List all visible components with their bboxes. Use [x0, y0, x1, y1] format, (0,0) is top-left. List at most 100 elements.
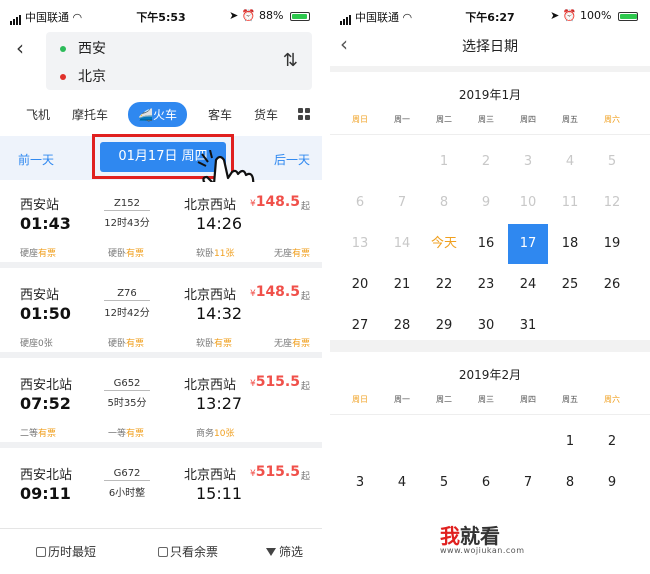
train-card[interactable]: 西安站 01:43 Z152 12时43分 北京西站 14:26 ¥148.5 起硬座有票 硬卧… [0, 182, 322, 268]
departure-time: 07:52 [20, 394, 71, 413]
seat-status: 有票 [291, 249, 310, 259]
train-number: Z152 [114, 198, 140, 209]
price: ¥515.5 [250, 464, 300, 480]
date-cell[interactable]: 3 [340, 463, 380, 503]
date-cell[interactable]: 24 [508, 265, 548, 305]
train-card[interactable]: 西安北站 09:11 G672 6小时整 北京西站 15:11 ¥515.5 起 [0, 452, 322, 538]
date-cell: 2 [481, 154, 491, 169]
date-cell[interactable]: 30 [466, 306, 506, 346]
location-icon: ➤ [229, 9, 239, 22]
available-only-label: 只看余票 [170, 545, 219, 559]
checkbox-icon [36, 547, 46, 557]
weekday-label: 周四 [520, 395, 536, 404]
next-day-button[interactable]: 后一天 [274, 151, 310, 168]
date-cell: 14 [393, 236, 411, 251]
alarm-icon: ⏰ [241, 9, 256, 22]
date-cell[interactable]: 31 [508, 306, 548, 346]
date-cell: 9 [481, 195, 491, 210]
train-card[interactable]: 西安站 01:50 Z76 12时42分 北京西站 14:32 ¥148.5 起硬座0张 硬卧有… [0, 272, 322, 358]
date-cell[interactable]: 21 [382, 265, 422, 305]
status-bar: 中国联通 ◠ 下午5:53 ➤ ⏰ 88% [0, 0, 322, 28]
today-date-cell[interactable]: 今天 [424, 224, 464, 264]
duration: 6小时整 [108, 488, 146, 499]
weekday-label: 周四 [520, 115, 536, 124]
bottom-bar: 历时最短 只看余票 筛选 [0, 528, 322, 574]
available-only-toggle[interactable]: 只看余票 [158, 543, 218, 560]
date-cell[interactable]: 6 [466, 463, 506, 503]
weekday-label: 周三 [478, 115, 494, 124]
grid-menu-icon[interactable] [298, 108, 310, 120]
date-cell[interactable]: 2 [592, 422, 632, 462]
date-cell: 10 [519, 195, 537, 210]
seat-status: 有票 [126, 429, 145, 439]
seat-type: 无座 [273, 249, 292, 259]
route-to[interactable]: 北京 [60, 66, 106, 86]
tab-motorcycle[interactable]: 摩托车 [72, 106, 108, 123]
seat-status: 有票 [38, 249, 57, 259]
price-value: 515.5 [255, 374, 300, 390]
swap-icon[interactable]: ⇅ [283, 50, 298, 71]
battery-icon [290, 11, 310, 21]
tab-truck[interactable]: 货车 [254, 106, 278, 123]
selected-date-cell[interactable]: 17 [508, 224, 548, 264]
date-cell[interactable]: 16 [466, 224, 506, 264]
weekday-label: 周六 [604, 115, 620, 124]
weekday-label: 周五 [562, 395, 578, 404]
date-cell[interactable]: 26 [592, 265, 632, 305]
date-cell[interactable]: 9 [592, 463, 632, 503]
date-cell[interactable]: 8 [550, 463, 590, 503]
departure-station: 西安站 [20, 198, 60, 213]
left-screen: 中国联通 ◠ 下午5:53 ➤ ⏰ 88% ‹ 西安 北京 ⇅ 飞机 摩托车 🚄… [0, 0, 322, 574]
to-dot-icon [60, 74, 66, 80]
price-value: 148.5 [255, 194, 300, 210]
right-screen: 中国联通 ◠ 下午6:27 ➤ ⏰ 100% ‹ 选择日期 2019年1月 周日… [330, 0, 650, 574]
seat-info: 硬座0张 [20, 336, 53, 349]
date-cell[interactable]: 22 [424, 265, 464, 305]
duration: 5时35分 [107, 398, 147, 409]
duration-line [104, 480, 150, 481]
route-from[interactable]: 西安 [60, 38, 106, 58]
filter-button[interactable]: 筛选 [266, 543, 303, 560]
watermark-char: 我 [440, 524, 460, 548]
departure-time: 01:43 [20, 214, 71, 233]
date-cell[interactable]: 4 [382, 463, 422, 503]
shortest-toggle[interactable]: 历时最短 [36, 543, 96, 560]
price-suffix: 起 [300, 472, 310, 482]
date-cell[interactable]: 23 [466, 265, 506, 305]
date-cell: 1 [439, 154, 449, 169]
seat-type: 二等 [20, 429, 39, 439]
departure-time: 09:11 [20, 484, 71, 503]
weekday-label: 周二 [436, 395, 452, 404]
date-cell[interactable]: 19 [592, 224, 632, 264]
tab-train[interactable]: 🚄火车 [128, 102, 187, 127]
date-cell[interactable]: 28 [382, 306, 422, 346]
date-cell[interactable]: 25 [550, 265, 590, 305]
back-icon[interactable]: ‹ [16, 36, 24, 60]
route-box[interactable]: 西安 北京 ⇅ [46, 32, 312, 90]
tab-bus[interactable]: 客车 [208, 106, 232, 123]
train-card[interactable]: 西安北站 07:52 G652 5时35分 北京西站 13:27 ¥515.5 起二等有票 一等… [0, 362, 322, 448]
seat-status: 0张 [38, 339, 53, 349]
date-cell[interactable]: 27 [340, 306, 380, 346]
train-icon: 🚄 [138, 108, 153, 122]
arrival-time: 14:32 [196, 304, 243, 323]
date-cell: 5 [607, 154, 617, 169]
date-cell[interactable]: 18 [550, 224, 590, 264]
location-icon: ➤ [550, 9, 560, 22]
status-indicators: ➤ ⏰ 100% [550, 9, 638, 22]
date-cell[interactable]: 7 [508, 463, 548, 503]
date-cell[interactable]: 5 [424, 463, 464, 503]
arrival-time: 13:27 [196, 394, 243, 413]
prev-day-button[interactable]: 前一天 [18, 151, 54, 168]
seat-status: 有票 [126, 339, 145, 349]
departure-station: 西安北站 [20, 468, 73, 483]
date-cell[interactable]: 20 [340, 265, 380, 305]
date-cell[interactable]: 1 [550, 422, 590, 462]
date-cell[interactable]: 29 [424, 306, 464, 346]
duration-line [104, 300, 150, 301]
seat-info: 硬卧有票 [108, 246, 144, 259]
arrival-time: 14:26 [196, 214, 243, 233]
watermark-logo: 我就看 [440, 520, 500, 549]
tab-plane[interactable]: 飞机 [26, 106, 50, 123]
tab-train-label: 火车 [152, 108, 177, 122]
